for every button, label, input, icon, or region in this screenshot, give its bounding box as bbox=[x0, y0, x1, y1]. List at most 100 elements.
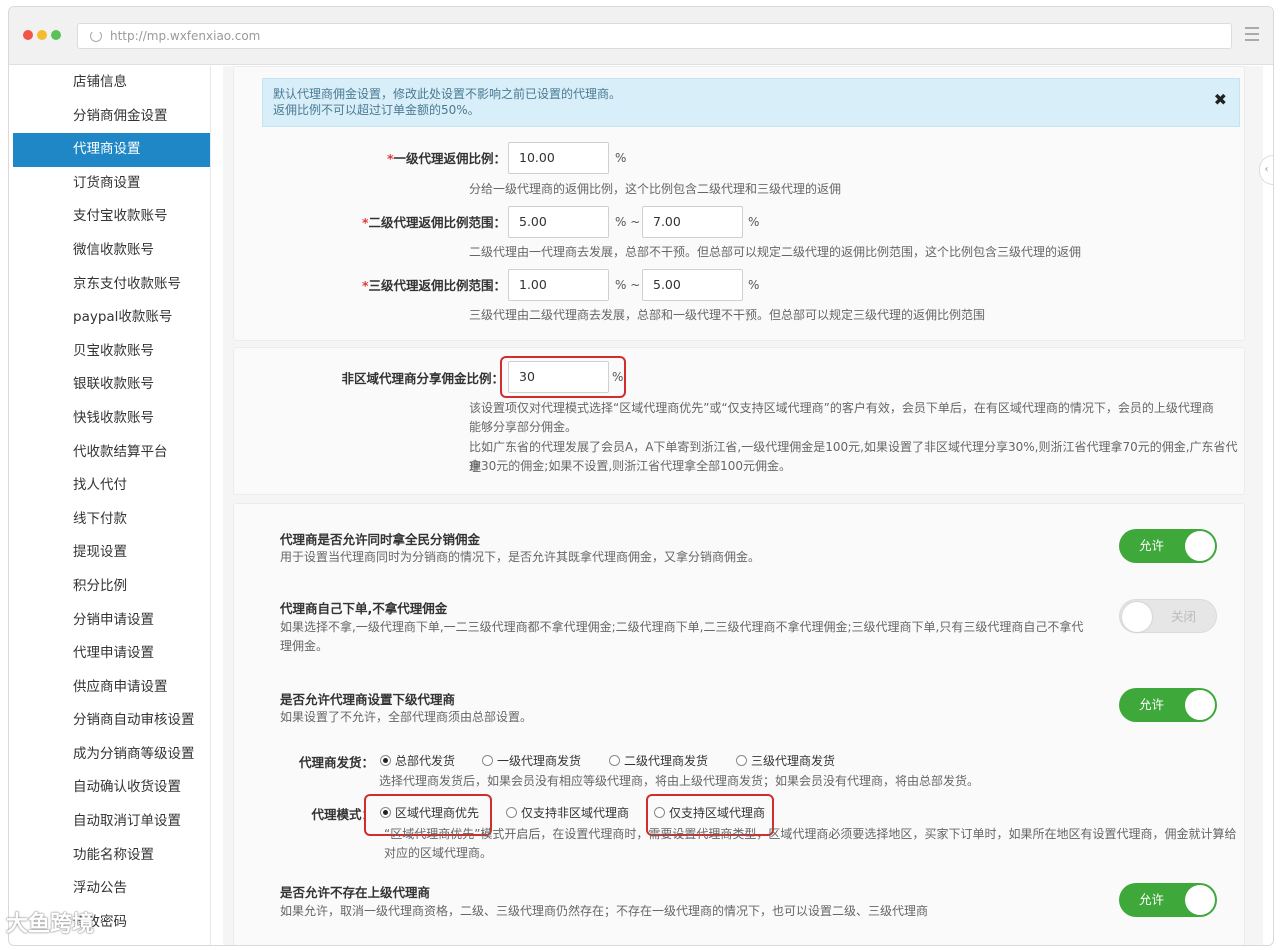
sidebar-item[interactable]: 提现设置 bbox=[13, 536, 210, 570]
level3-hint: 三级代理由二级代理商去发展，总部和一级代理不干预。但总部可以规定三级代理的返佣比… bbox=[469, 308, 986, 322]
both-commission-toggle[interactable]: 允许 bbox=[1119, 529, 1217, 563]
self-order-toggle[interactable]: 关闭 bbox=[1119, 599, 1217, 633]
self-order-title: 代理商自己下单,不拿代理佣金 bbox=[280, 601, 448, 616]
level2-unit: % bbox=[748, 215, 760, 229]
nonregional-desc-4: 拿30元的佣金;如果不设置,则浙江省代理拿全部100元佣金。 bbox=[469, 459, 792, 473]
shipping-label: 代理商发货： bbox=[298, 755, 374, 770]
nonregional-desc-2: 能够分享部分佣金。 bbox=[469, 420, 578, 434]
level2-min-input[interactable]: 5.00 bbox=[508, 206, 609, 238]
radio-icon bbox=[736, 755, 747, 766]
sidebar-item[interactable]: 自动确认收货设置 bbox=[13, 771, 210, 805]
sidebar-item[interactable]: 代理申请设置 bbox=[13, 637, 210, 671]
sidebar-item[interactable]: 订货商设置 bbox=[13, 167, 210, 201]
sidebar-item[interactable]: 浮动公告 bbox=[13, 872, 210, 906]
level2-range-sep: % ~ bbox=[615, 215, 641, 229]
mode-hint-1: “区域代理商优先”模式开启后，在设置代理商时，需要设置代理商类型，区域代理商必须… bbox=[384, 827, 1237, 841]
level2-rebate-label: *二级代理返佣比例范围： bbox=[361, 215, 506, 230]
sidebar-item[interactable]: 分销商自动审核设置 bbox=[13, 704, 210, 738]
maximize-window-dot[interactable] bbox=[51, 30, 61, 40]
level2-max-input[interactable]: 7.00 bbox=[642, 206, 743, 238]
sidebar-item[interactable]: 贝宝收款账号 bbox=[13, 335, 210, 369]
sidebar-item[interactable]: 自动取消订单设置 bbox=[13, 805, 210, 839]
shipping-option-level2[interactable]: 二级代理商发货 bbox=[609, 752, 736, 769]
hamburger-menu-icon[interactable] bbox=[1245, 27, 1259, 41]
no-superior-desc: 如果允许，取消一级代理商资格，二级、三级代理商仍然存在；不存在一级代理商的情况下… bbox=[280, 904, 929, 918]
shipping-hint: 选择代理商发货后，如果会员没有相应等级代理商，将由上级代理商发货；如果会员没有代… bbox=[379, 774, 980, 788]
watermark-logo: 大鱼跨境 bbox=[6, 912, 95, 937]
self-order-desc-1: 如果选择不拿,一级代理商下单,一二三级代理商都不拿代理佣金;二级代理商下单,二三… bbox=[280, 620, 1084, 634]
sidebar-item[interactable]: 供应商申请设置 bbox=[13, 671, 210, 705]
level3-rebate-label: *三级代理返佣比例范围： bbox=[361, 278, 506, 293]
info-notice: 默认代理商佣金设置，修改此处设置不影响之前已设置的代理商。 返佣比例不可以超过订… bbox=[262, 78, 1240, 127]
settings-sidebar: 店铺信息 分销商佣金设置 代理商设置 订货商设置 支付宝收款账号 微信收款账号 京东支付收款… bbox=[13, 66, 211, 945]
radio-icon bbox=[482, 755, 493, 766]
level1-hint: 分给一级代理商的返佣比例，这个比例包含二级代理和三级代理的返佣 bbox=[469, 182, 842, 196]
mode-hint-2: 对应的区域代理商。 bbox=[384, 846, 493, 860]
nonregional-unit: % bbox=[612, 370, 624, 384]
sidebar-item[interactable]: 积分比例 bbox=[13, 570, 210, 604]
sub-agent-toggle[interactable]: 允许 bbox=[1119, 688, 1217, 722]
browser-toolbar: http://mp.wxfenxiao.com bbox=[9, 7, 1273, 65]
radio-checked-icon bbox=[380, 807, 391, 818]
nonregional-share-label: 非区域代理商分享佣金比例： bbox=[341, 371, 504, 386]
no-superior-title: 是否允许不存在上级代理商 bbox=[280, 885, 431, 900]
sidebar-item[interactable]: 店铺信息 bbox=[13, 66, 210, 100]
level1-unit: % bbox=[615, 151, 627, 165]
mode-radio-group: 区域代理商优先 仅支持非区域代理商 仅支持区域代理商 bbox=[380, 804, 765, 821]
url-text: http://mp.wxfenxiao.com bbox=[110, 29, 261, 43]
shipping-radio-group: 总部代发货 一级代理商发货 二级代理商发货 三级代理商发货 bbox=[380, 752, 835, 769]
radio-checked-icon bbox=[380, 755, 391, 766]
mode-option-regional-only[interactable]: 仅支持区域代理商 bbox=[654, 804, 765, 821]
close-window-dot[interactable] bbox=[23, 30, 33, 40]
browser-window: http://mp.wxfenxiao.com 店铺信息 分销商佣金设置 代理商设置… bbox=[8, 6, 1274, 946]
level1-rebate-label: *一级代理返佣比例： bbox=[386, 151, 506, 166]
sidebar-item[interactable]: paypal收款账号 bbox=[13, 301, 210, 335]
sidebar-item[interactable]: 成为分销商等级设置 bbox=[13, 738, 210, 772]
reload-icon[interactable] bbox=[90, 30, 102, 42]
both-commission-desc: 用于设置当代理商同时为分销商的情况下，是否允许其既拿代理商佣金，又拿分销商佣金。 bbox=[280, 550, 761, 564]
notice-line-2: 返佣比例不可以超过订单金额的50%。 bbox=[273, 103, 480, 117]
both-commission-title: 代理商是否允许同时拿全民分销佣金 bbox=[280, 532, 481, 547]
mode-option-regional-first[interactable]: 区域代理商优先 bbox=[380, 804, 506, 821]
sub-agent-desc: 如果设置了不允许，全部代理商须由总部设置。 bbox=[280, 710, 533, 724]
rebate-settings-card: 默认代理商佣金设置，修改此处设置不影响之前已设置的代理商。 返佣比例不可以超过订… bbox=[233, 66, 1245, 341]
sidebar-item[interactable]: 微信收款账号 bbox=[13, 234, 210, 268]
sidebar-item[interactable]: 分销商佣金设置 bbox=[13, 100, 210, 134]
mode-option-nonregional-only[interactable]: 仅支持非区域代理商 bbox=[506, 804, 654, 821]
nonregional-share-input[interactable]: 30 bbox=[508, 361, 609, 393]
self-order-desc-2: 理佣金。 bbox=[280, 639, 329, 653]
sidebar-item[interactable]: 线下付款 bbox=[13, 503, 210, 537]
close-icon[interactable]: ✖ bbox=[1214, 92, 1227, 108]
agent-options-card: 代理商是否允许同时拿全民分销佣金 用于设置当代理商同时为分销商的情况下，是否允许… bbox=[233, 503, 1245, 945]
level3-min-input[interactable]: 1.00 bbox=[508, 269, 609, 301]
main-content: 默认代理商佣金设置，修改此处设置不影响之前已设置的代理商。 返佣比例不可以超过订… bbox=[223, 66, 1263, 945]
level1-rebate-input[interactable]: 10.00 bbox=[508, 142, 609, 174]
shipping-option-hq[interactable]: 总部代发货 bbox=[380, 752, 482, 769]
level3-unit: % bbox=[748, 278, 760, 292]
sidebar-item[interactable]: 代理商设置 bbox=[13, 133, 210, 167]
sidebar-item[interactable]: 分销申请设置 bbox=[13, 604, 210, 638]
shipping-option-level1[interactable]: 一级代理商发货 bbox=[482, 752, 609, 769]
radio-icon bbox=[609, 755, 620, 766]
radio-icon bbox=[654, 807, 665, 818]
nonregional-share-card: 非区域代理商分享佣金比例： 30 % 该设置项仅对代理模式选择“区域代理商优先”… bbox=[233, 347, 1245, 495]
notice-line-1: 默认代理商佣金设置，修改此处设置不影响之前已设置的代理商。 bbox=[273, 87, 622, 101]
sub-agent-title: 是否允许代理商设置下级代理商 bbox=[280, 692, 456, 707]
sidebar-item[interactable]: 银联收款账号 bbox=[13, 368, 210, 402]
sidebar-item[interactable]: 找人代付 bbox=[13, 469, 210, 503]
radio-icon bbox=[506, 807, 517, 818]
minimize-window-dot[interactable] bbox=[37, 30, 47, 40]
no-superior-toggle[interactable]: 允许 bbox=[1119, 883, 1217, 917]
level3-range-sep: % ~ bbox=[615, 278, 641, 292]
level3-max-input[interactable]: 5.00 bbox=[642, 269, 743, 301]
sidebar-item[interactable]: 代收款结算平台 bbox=[13, 436, 210, 470]
sidebar-item[interactable]: 快钱收款账号 bbox=[13, 402, 210, 436]
level2-hint: 二级代理由一代理商去发展，总部不干预。但总部可以规定二级代理的返佣比例范围，这个… bbox=[469, 245, 1082, 259]
sidebar-item[interactable]: 支付宝收款账号 bbox=[13, 200, 210, 234]
nonregional-desc-1: 该设置项仅对代理模式选择“区域代理商优先”或“仅支持区域代理商”的客户有效，会员… bbox=[469, 401, 1214, 415]
sidebar-item[interactable]: 功能名称设置 bbox=[13, 839, 210, 873]
shipping-option-level3[interactable]: 三级代理商发货 bbox=[736, 752, 835, 769]
sidebar-item[interactable]: 京东支付收款账号 bbox=[13, 268, 210, 302]
address-bar[interactable]: http://mp.wxfenxiao.com bbox=[77, 23, 1232, 49]
mode-label: 代理模式： bbox=[311, 807, 374, 822]
